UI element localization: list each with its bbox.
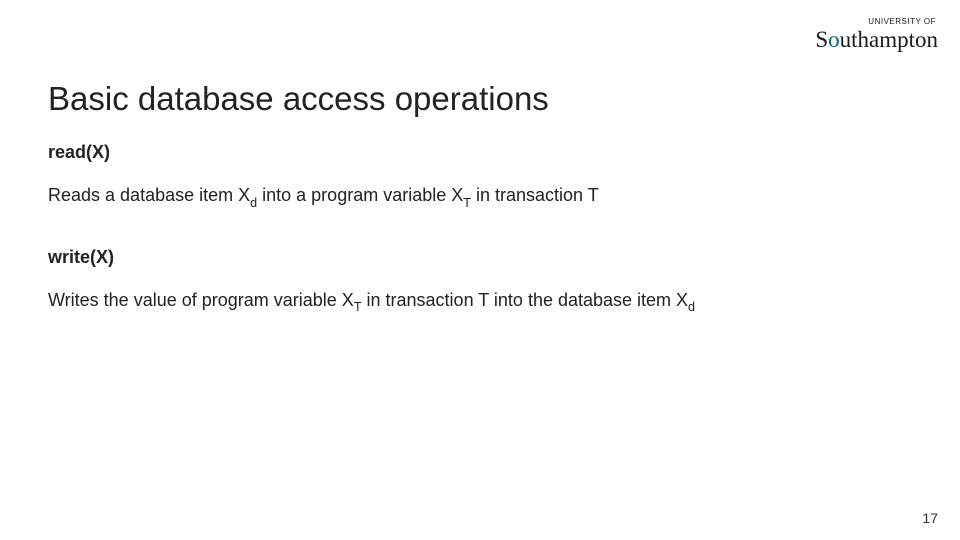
slide-title: Basic database access operations (48, 80, 912, 118)
page-number: 17 (922, 510, 938, 526)
write-operation-name: write(X) (48, 247, 912, 268)
read-operation-desc: Reads a database item Xd into a program … (48, 183, 912, 211)
logo-main-text: Southampton (815, 27, 938, 52)
slide-content: Basic database access operations read(X)… (48, 80, 912, 351)
logo-small-text: UNIVERSITY OF (815, 18, 938, 26)
write-operation-desc: Writes the value of program variable XT … (48, 288, 912, 316)
read-operation-name: read(X) (48, 142, 912, 163)
university-logo: UNIVERSITY OF Southampton (815, 18, 938, 51)
